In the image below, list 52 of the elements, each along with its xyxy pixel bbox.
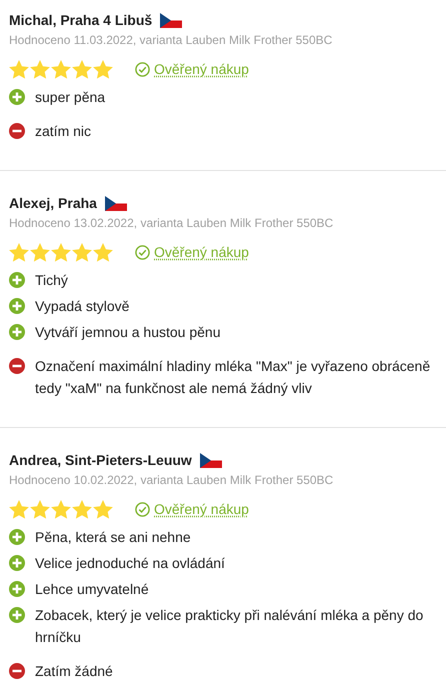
reviewer-name: Michal, Praha 4 Libuš bbox=[9, 10, 152, 30]
star-icon bbox=[51, 60, 71, 79]
check-circle-icon bbox=[135, 245, 150, 260]
reviewer-name: Alexej, Praha bbox=[9, 194, 97, 213]
review-point: Zatím žádné bbox=[35, 662, 113, 681]
star-icon bbox=[93, 500, 113, 519]
plus-icon bbox=[9, 555, 25, 571]
star-icon bbox=[93, 60, 113, 79]
star-icon bbox=[72, 60, 92, 79]
star-icon bbox=[51, 500, 71, 519]
star-icon bbox=[72, 243, 92, 262]
minus-icon bbox=[9, 663, 25, 679]
minus-icon bbox=[9, 358, 25, 374]
review-point: Vytváří jemnou a hustou pěnu bbox=[35, 323, 220, 342]
minus-icon bbox=[9, 123, 25, 139]
plus-icon bbox=[9, 529, 25, 545]
star-icon bbox=[9, 243, 29, 262]
plus-icon bbox=[9, 324, 25, 340]
check-circle-icon bbox=[135, 62, 150, 77]
review-meta: Hodnoceno 13.02.2022, varianta Lauben Milk Frother 550BC bbox=[9, 215, 334, 232]
review-meta: Hodnoceno 11.03.2022, varianta Lauben Milk Frother 550BC bbox=[9, 32, 334, 49]
plus-icon bbox=[9, 89, 25, 105]
flag-icon bbox=[104, 196, 127, 210]
verified-purchase-link[interactable]: Ověřený nákup bbox=[135, 499, 249, 520]
verified-purchase-link[interactable]: Ověřený nákup bbox=[135, 242, 249, 263]
flag-icon bbox=[160, 12, 182, 28]
plus-icon bbox=[9, 581, 25, 597]
review-point: super pěna bbox=[35, 88, 106, 107]
plus-icon bbox=[9, 607, 25, 623]
review-point: Označení maximální hladiny mléka "Max" je vyřazeno obráceně tedy "xaM" na funkčnost ale nemá žádný vliv bbox=[35, 357, 432, 398]
review-point: Pěna, která se ani nehne bbox=[35, 528, 191, 547]
verified-purchase-link[interactable]: Ověřený nákup bbox=[135, 59, 249, 80]
flag-icon bbox=[200, 452, 222, 468]
star-icon bbox=[93, 243, 113, 262]
plus-icon bbox=[9, 298, 25, 314]
review-point: Lehce umyvatelné bbox=[35, 580, 149, 599]
star-icon bbox=[30, 243, 50, 262]
review-meta: Hodnoceno 10.02.2022, varianta Lauben Milk Frother 550BC bbox=[9, 472, 334, 489]
review-point: zatím nic bbox=[35, 122, 92, 141]
star-icon bbox=[9, 60, 29, 79]
star-icon bbox=[30, 60, 50, 79]
reviewer-name: Andrea, Sint-Pieters-Leuuw bbox=[9, 450, 192, 470]
review-point: Tichý bbox=[35, 271, 68, 290]
star-icon bbox=[9, 500, 29, 519]
star-icon bbox=[30, 500, 50, 519]
review-point: Zobacek, který je velice prakticky při nalévání mléka a pěny do hrníčku bbox=[35, 606, 424, 647]
star-icon bbox=[51, 243, 71, 262]
plus-icon bbox=[9, 272, 25, 288]
review-point: Vypadá stylově bbox=[35, 297, 130, 316]
review-point: Velice jednoduché na ovládání bbox=[35, 554, 225, 573]
check-circle-icon bbox=[135, 502, 150, 517]
star-icon bbox=[72, 500, 92, 519]
